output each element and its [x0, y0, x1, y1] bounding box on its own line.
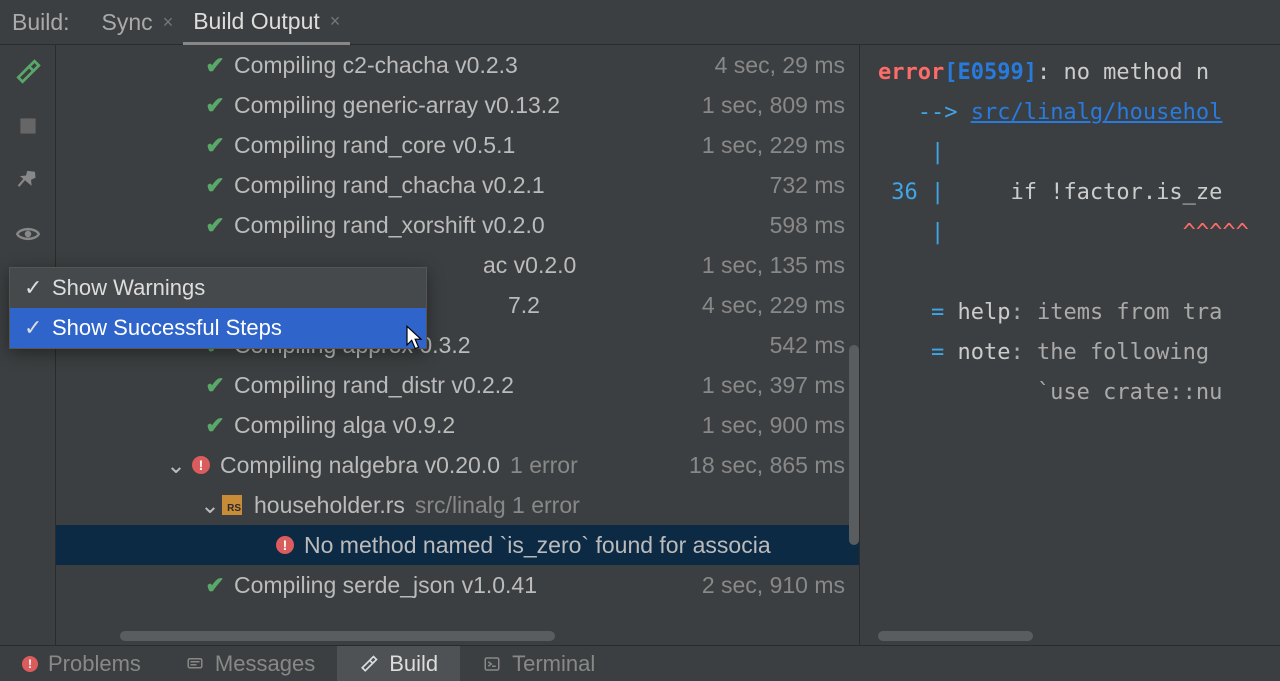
check-icon: ✓: [24, 315, 52, 341]
success-icon: ✔: [202, 412, 228, 439]
tab-sync-label: Sync: [102, 9, 153, 36]
menu-label: Show Warnings: [52, 275, 205, 301]
console-line: = help: items from tra: [878, 293, 1280, 333]
toolwindow-label: Terminal: [512, 651, 595, 677]
console-line: |: [878, 133, 1280, 173]
tree-row[interactable]: ✔Compiling rand_distr v0.2.2 1 sec, 397 m…: [56, 365, 859, 405]
error-icon: !: [22, 656, 38, 672]
tree-row[interactable]: ✔Compiling generic-array v0.13.2 1 sec, 8…: [56, 85, 859, 125]
filter-popup: ✓ Show Warnings ✓ Show Successful Steps: [9, 267, 427, 349]
tree-row-text: Compiling serde_json v1.0.41: [234, 572, 537, 599]
tree-row-text: Compiling c2-chacha v0.2.3: [234, 52, 518, 79]
toolwindow-label: Messages: [215, 651, 315, 677]
success-icon: ✔: [202, 52, 228, 79]
tab-build-output-label: Build Output: [193, 8, 320, 35]
tree-row-text: Compiling generic-array v0.13.2: [234, 92, 560, 119]
toolwindow-messages[interactable]: Messages: [163, 646, 337, 681]
menu-label: Show Successful Steps: [52, 315, 282, 341]
tree-row-time: 4 sec, 29 ms: [701, 52, 845, 79]
success-icon: ✔: [202, 132, 228, 159]
console-line: [878, 253, 1280, 293]
tree-row[interactable]: ✔Compiling c2-chacha v0.2.3 4 sec, 29 ms: [56, 45, 859, 85]
console-line: = note: the following: [878, 333, 1280, 373]
console-line: `use crate::nu: [878, 373, 1280, 413]
menu-show-successful-steps[interactable]: ✓ Show Successful Steps: [10, 308, 426, 348]
build-tabbar: Build: Sync × Build Output ×: [0, 0, 1280, 45]
tree-row-extra: 1 error: [510, 452, 578, 479]
vertical-scrollbar[interactable]: [849, 345, 859, 545]
toolwindow-build[interactable]: Build: [337, 646, 460, 681]
success-icon: ✔: [202, 92, 228, 119]
tree-row-text: No method named `is_zero` found for asso…: [304, 532, 771, 559]
tree-row[interactable]: ⌄! Compiling nalgebra v0.20.0 1 error 18 se…: [56, 445, 859, 485]
toolwindow-problems[interactable]: ! Problems: [0, 646, 163, 681]
toolwindow-label: Build: [389, 651, 438, 677]
tree-row[interactable]: ✔Compiling rand_xorshift v0.2.0 598 ms: [56, 205, 859, 245]
tree-row-time: 4 sec, 229 ms: [688, 292, 845, 319]
messages-icon: [185, 654, 205, 674]
tree-row-text: ac v0.2.0: [483, 252, 576, 279]
tree-row-time: 18 sec, 865 ms: [675, 452, 845, 479]
error-icon: !: [188, 456, 214, 474]
build-label: Build:: [12, 9, 70, 36]
tree-row-time: 732 ms: [756, 172, 845, 199]
tree-row-text: 7.2: [508, 292, 540, 319]
tree-row[interactable]: ✔Compiling rand_chacha v0.2.1 732 ms: [56, 165, 859, 205]
tab-sync[interactable]: Sync ×: [92, 0, 184, 44]
tree-row[interactable]: ✔Compiling serde_json v1.0.41 2 sec, 910 …: [56, 565, 859, 605]
tree-row[interactable]: ! No method named `is_zero` found for ass…: [56, 525, 859, 565]
tree-row-extra: src/linalg 1 error: [415, 492, 580, 519]
eye-icon[interactable]: [15, 221, 41, 253]
tree-row-text: Compiling rand_chacha v0.2.1: [234, 172, 545, 199]
tree-row[interactable]: ✔Compiling alga v0.9.2 1 sec, 900 ms: [56, 405, 859, 445]
stop-icon[interactable]: [15, 113, 41, 145]
tree-row-text: Compiling nalgebra v0.20.0: [220, 452, 500, 479]
success-icon: ✔: [202, 212, 228, 239]
tree-row[interactable]: ✔Compiling rand_core v0.5.1 1 sec, 229 ms: [56, 125, 859, 165]
rust-file-icon: RS: [222, 495, 248, 515]
tree-row-text: Compiling alga v0.9.2: [234, 412, 455, 439]
success-icon: ✔: [202, 372, 228, 399]
tree-row-time: 1 sec, 397 ms: [688, 372, 845, 399]
horizontal-scrollbar[interactable]: [120, 631, 845, 641]
success-icon: ✔: [202, 572, 228, 599]
horizontal-scrollbar[interactable]: [878, 631, 1266, 641]
menu-show-warnings[interactable]: ✓ Show Warnings: [10, 268, 426, 308]
success-icon: ✔: [202, 172, 228, 199]
tree-row[interactable]: ⌄RS householder.rs src/linalg 1 error: [56, 485, 859, 525]
hammer-icon: [359, 654, 379, 674]
console-line: 36 | if !factor.is_ze: [878, 173, 1280, 213]
tab-build-output[interactable]: Build Output ×: [183, 1, 350, 45]
tree-row-text: Compiling rand_core v0.5.1: [234, 132, 515, 159]
tree-row-time: 1 sec, 229 ms: [688, 132, 845, 159]
toolwindow-label: Problems: [48, 651, 141, 677]
terminal-icon: [482, 654, 502, 674]
hammer-icon[interactable]: [15, 59, 41, 91]
console-line: | ^^^^^: [878, 213, 1280, 253]
console-line: error[E0599]: no method n: [878, 53, 1280, 93]
tree-row-time: 1 sec, 809 ms: [688, 92, 845, 119]
tree-row-text: Compiling rand_xorshift v0.2.0: [234, 212, 545, 239]
pin-icon[interactable]: [15, 167, 41, 199]
close-icon[interactable]: ×: [163, 12, 174, 33]
tree-row-time: 1 sec, 900 ms: [688, 412, 845, 439]
tree-row-text: Compiling rand_distr v0.2.2: [234, 372, 514, 399]
tree-row-time: 2 sec, 910 ms: [688, 572, 845, 599]
chevron-down-icon[interactable]: ⌄: [200, 492, 220, 519]
build-console-panel: error[E0599]: no method n --> src/linalg…: [860, 45, 1280, 645]
chevron-down-icon[interactable]: ⌄: [166, 452, 186, 479]
bottom-toolbar: ! Problems Messages Build Terminal: [0, 645, 1280, 681]
tree-row-time: 598 ms: [756, 212, 845, 239]
build-console[interactable]: error[E0599]: no method n --> src/linalg…: [860, 45, 1280, 413]
tree-row-time: 1 sec, 135 ms: [688, 252, 845, 279]
console-line: --> src/linalg/househol: [878, 93, 1280, 133]
tree-row-time: 542 ms: [756, 332, 845, 359]
tree-row-text: householder.rs: [254, 492, 405, 519]
error-icon: !: [272, 536, 298, 554]
check-icon: ✓: [24, 275, 52, 301]
close-icon[interactable]: ×: [330, 11, 341, 32]
toolwindow-terminal[interactable]: Terminal: [460, 646, 617, 681]
